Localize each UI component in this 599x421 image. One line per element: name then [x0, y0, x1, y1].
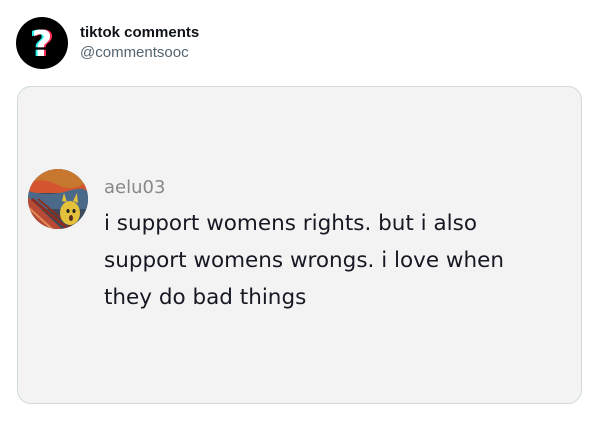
user-handle[interactable]: @commentsooc [80, 43, 199, 63]
commenter-avatar[interactable] [28, 169, 88, 229]
question-mark-icon: ? ? ? [30, 24, 55, 65]
post-header: ? ? ? tiktok comments @commentsooc [16, 16, 199, 70]
painting-avatar-image [28, 169, 88, 229]
display-name[interactable]: tiktok comments [80, 23, 199, 43]
comment-username[interactable]: aelu03 [104, 177, 554, 199]
comment-screenshot-card[interactable]: aelu03 i support womens rights. but i al… [17, 86, 582, 404]
comment: aelu03 i support womens rights. but i al… [28, 169, 554, 316]
comment-text: i support womens rights. but i also supp… [104, 211, 504, 310]
profile-avatar[interactable]: ? ? ? [16, 17, 68, 69]
svg-text:?: ? [32, 24, 53, 65]
